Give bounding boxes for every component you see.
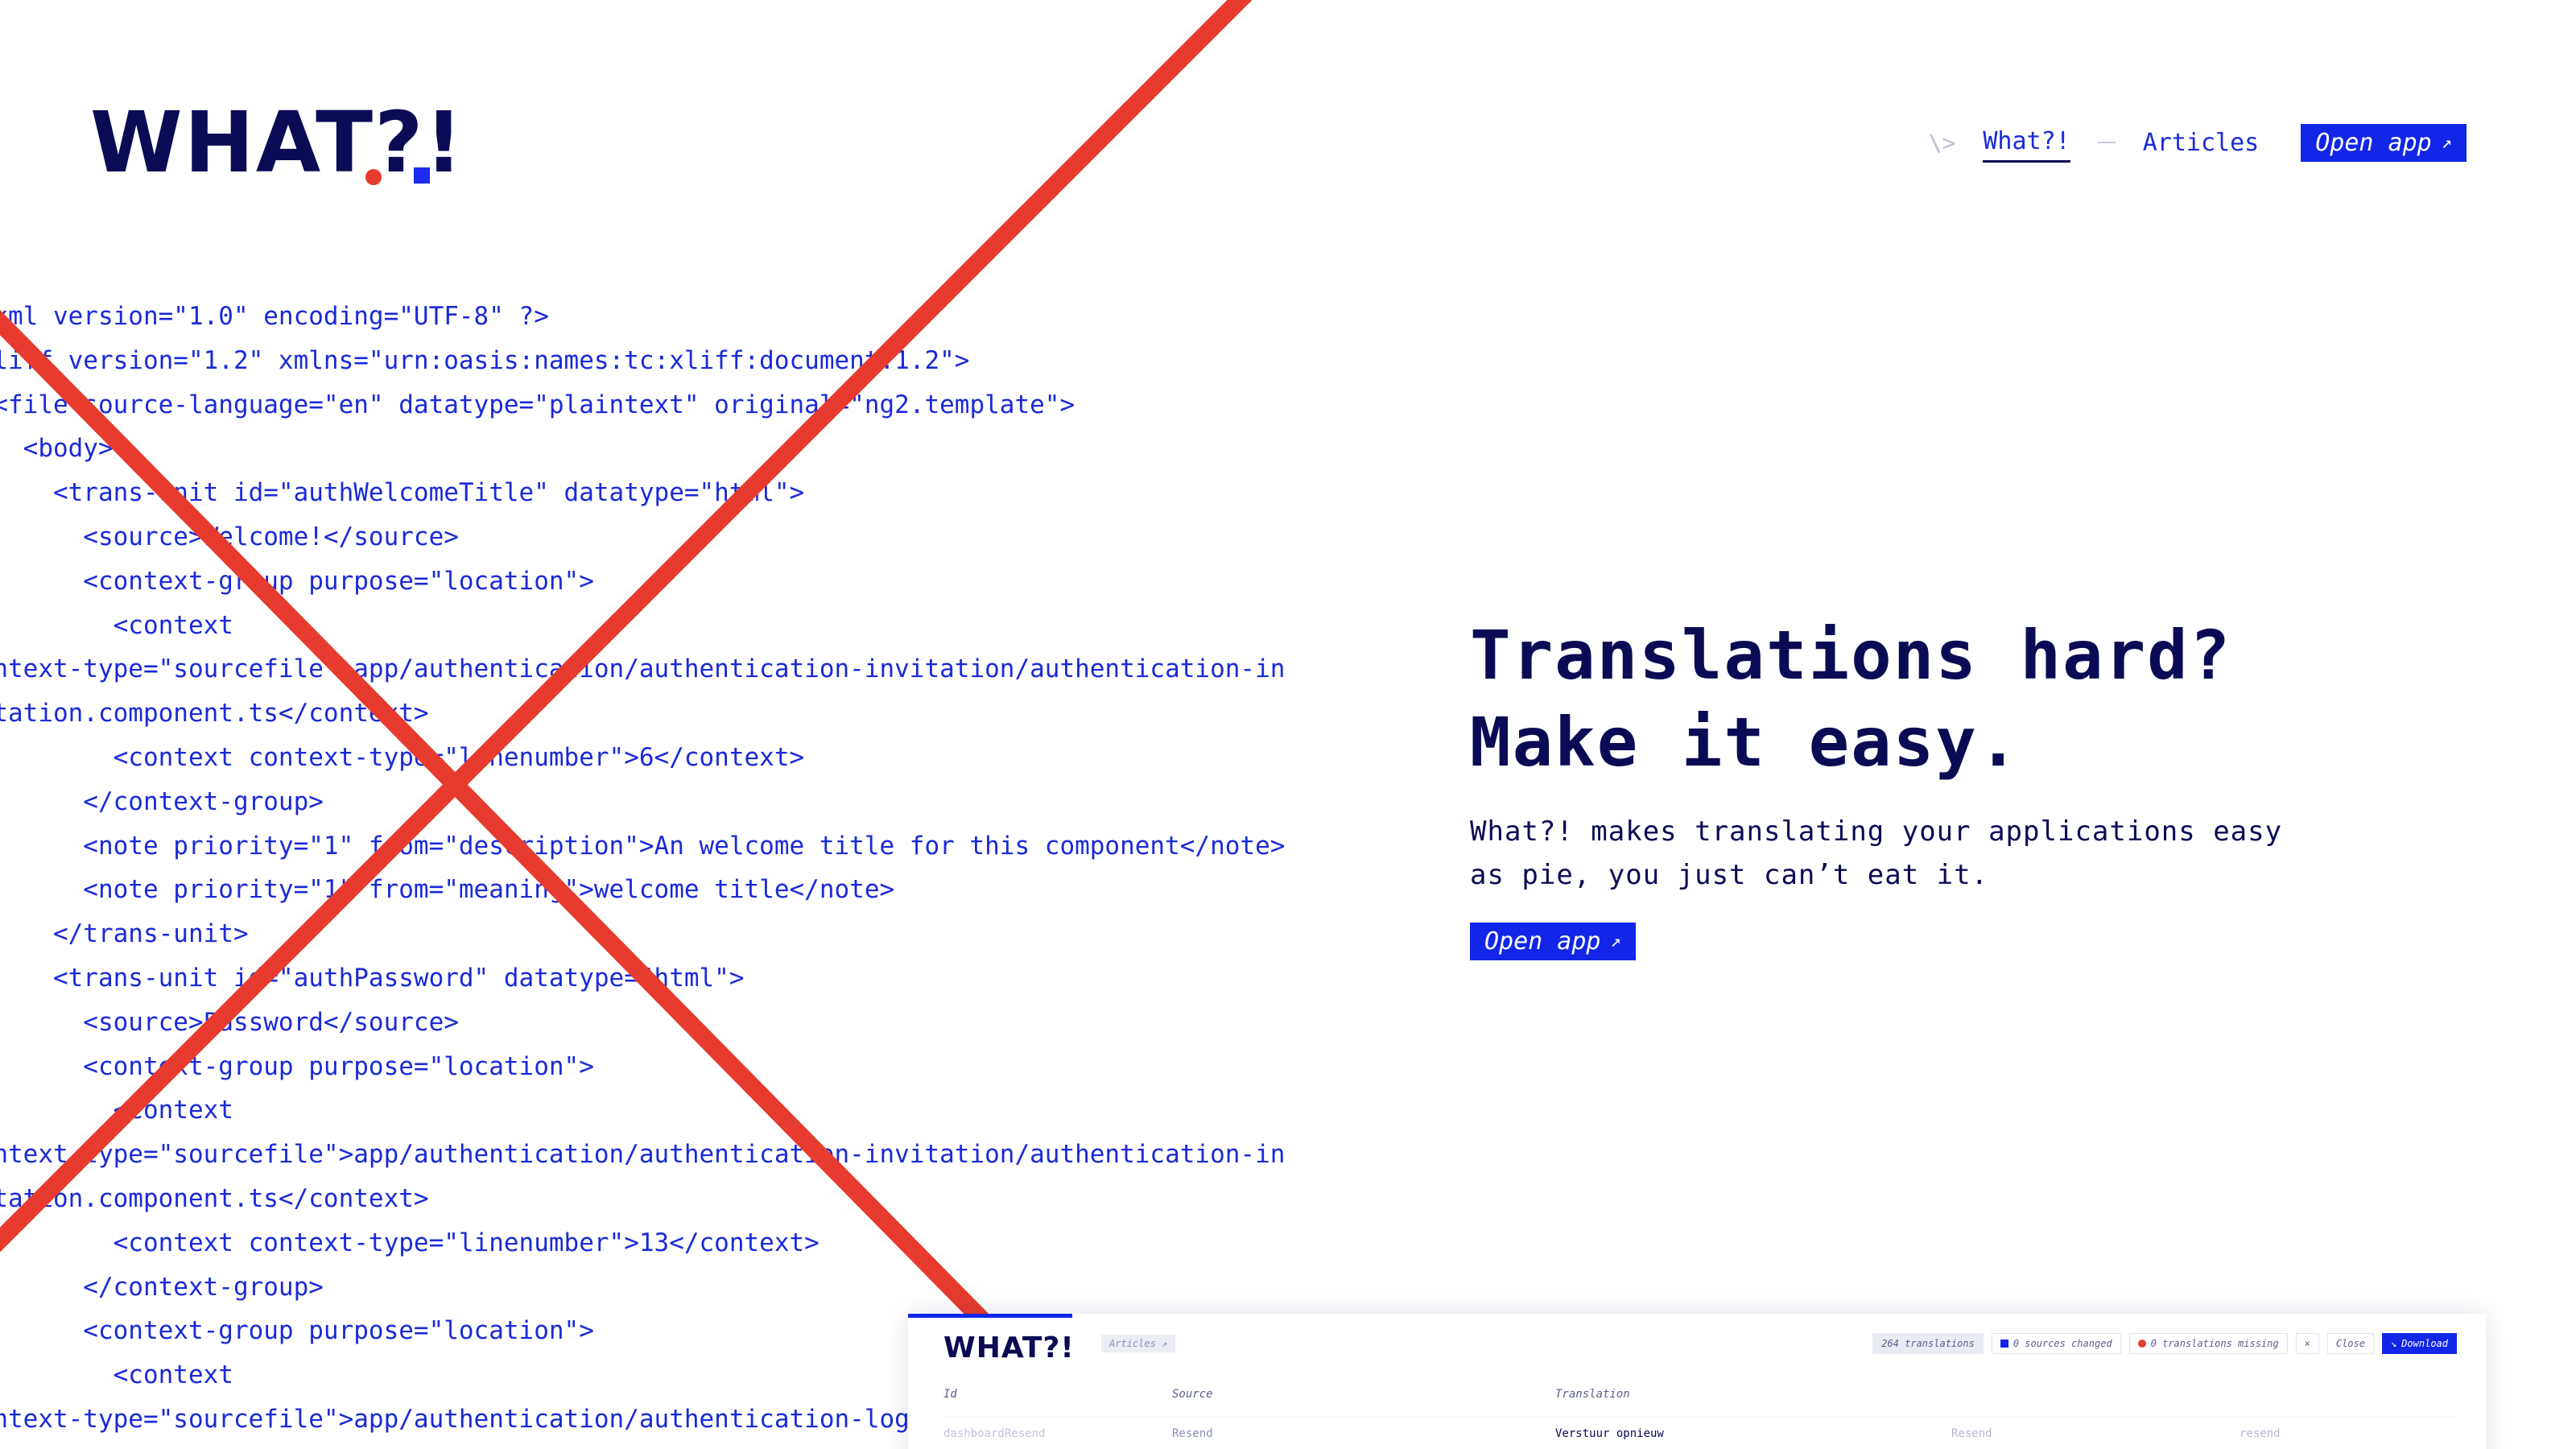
preview-accent-bar xyxy=(908,1314,1072,1318)
hero-open-app-button[interactable]: Open app ↗ xyxy=(1470,923,1636,960)
download-button[interactable]: ↘ Download xyxy=(2381,1333,2457,1354)
hero-section: Translations hard? Make it easy. What?! … xyxy=(1470,612,2355,960)
row-id: dashboardResend xyxy=(943,1427,1046,1440)
code-line: <file source-language="en" datatype="pla… xyxy=(0,390,1075,419)
close-button[interactable]: Close xyxy=(2326,1333,2374,1354)
code-line: </context-group> xyxy=(83,786,324,816)
code-line: vitation.component.ts</context> xyxy=(0,1183,429,1213)
logo-text: WHAT?! xyxy=(90,93,464,192)
col-id: Id xyxy=(943,1388,957,1401)
code-line: <note priority="1" from="description">An… xyxy=(0,831,1286,861)
nav-open-app-button[interactable]: Open app ↗ xyxy=(2301,123,2467,162)
code-line: </trans-unit> xyxy=(52,919,249,949)
download-label: Download xyxy=(2401,1338,2448,1349)
hero-title-line-1: Translations hard? xyxy=(1470,616,2232,695)
code-line: <xliff version="1.2" xmlns="urn:oasis:na… xyxy=(0,345,970,375)
hero-title-line-2: Make it easy. xyxy=(1470,703,2021,782)
top-nav: \> What?! Articles Open app ↗ xyxy=(1929,121,2467,164)
external-arrow-icon: ↗ xyxy=(1610,931,1621,952)
code-line: <trans-unit id="authPassword" datatype="… xyxy=(0,963,745,993)
hero-subtitle: What?! makes translating your applicatio… xyxy=(1470,810,2355,897)
col-source: Source xyxy=(1172,1388,1213,1401)
logo-red-dot xyxy=(365,169,382,185)
row-translation: Verstuur opnieuw xyxy=(1555,1427,1664,1440)
hero-subtitle-line-2: as pie, you just can’t eat it. xyxy=(1470,859,1989,891)
preview-tab-articles[interactable]: Articles ↗ xyxy=(1101,1335,1176,1352)
xliff-code-block: <?xml version="1.0" encoding="UTF-8" ?> <… xyxy=(0,295,1286,1449)
nav-link-articles[interactable]: Articles xyxy=(2143,124,2260,162)
code-line: vitation.component.ts</context> xyxy=(0,699,429,729)
download-icon: ↘ xyxy=(2390,1338,2397,1349)
code-line: <context context-type="linenumber">6</co… xyxy=(0,742,805,772)
row-source: Resend xyxy=(1172,1427,1213,1440)
close-icon-button[interactable]: × xyxy=(2295,1333,2319,1354)
translations-missing-label: 0 translations missing xyxy=(2150,1338,2279,1349)
code-line: <body> xyxy=(23,434,114,464)
external-arrow-icon: ↗ xyxy=(2441,132,2452,153)
row-description: resend xyxy=(2240,1427,2281,1440)
nav-separator xyxy=(2097,142,2116,143)
sources-changed-badge: 0 sources changed xyxy=(1991,1333,2121,1354)
preview-logo: WHAT?! xyxy=(943,1331,1075,1364)
translations-missing-badge: 0 translations missing xyxy=(2128,1333,2288,1354)
code-line: </context-group> xyxy=(83,1272,324,1302)
sources-changed-label: 0 sources changed xyxy=(2013,1338,2112,1349)
nav-code-glyph-icon: \> xyxy=(1928,129,1956,156)
red-dot-icon xyxy=(2137,1340,2146,1348)
preview-toolbar: 264 translations 0 sources changed 0 tra… xyxy=(1872,1333,2457,1354)
hero-title: Translations hard? Make it easy. xyxy=(1470,612,2355,786)
nav-open-app-label: Open app xyxy=(2315,128,2432,157)
code-line: <source>Welcome!</source> xyxy=(0,522,459,551)
hero-subtitle-line-1: What?! makes translating your applicatio… xyxy=(1470,815,2283,848)
translations-count-badge: 264 translations xyxy=(1872,1333,1984,1354)
code-line: <context xyxy=(113,1096,233,1125)
logo[interactable]: WHAT?! xyxy=(90,93,464,192)
code-line: <source>Password</source> xyxy=(0,1007,459,1037)
code-line: <trans-unit id="authWelcomeTitle" dataty… xyxy=(0,478,805,508)
hero-open-app-label: Open app xyxy=(1484,927,1601,956)
col-translation: Translation xyxy=(1555,1388,1630,1401)
row-meaning: Resend xyxy=(1951,1427,1992,1440)
code-line: <context context-type="linenumber">13</c… xyxy=(0,1228,819,1257)
blue-square-icon xyxy=(2000,1340,2008,1348)
code-line: <context-group purpose="location"> xyxy=(0,1051,594,1081)
logo-blue-square xyxy=(414,167,430,184)
code-line: context-type="sourcefile">app/authentica… xyxy=(0,1140,1286,1170)
code-line: <context xyxy=(113,610,233,640)
preview-table-header: Id Source Translation xyxy=(943,1388,2457,1412)
code-line: <context-group purpose="location"> xyxy=(0,566,594,596)
code-line: context-type="sourcefile">app/authentica… xyxy=(0,654,1286,684)
code-line: <note priority="1" from="meaning">welcom… xyxy=(0,875,895,905)
code-line: <?xml version="1.0" encoding="UTF-8" ?> xyxy=(0,302,549,331)
table-row[interactable]: dashboardResend Resend Verstuur opnieuw … xyxy=(943,1417,2457,1449)
nav-link-what[interactable]: What?! xyxy=(1983,122,2070,163)
app-preview: WHAT?! Articles ↗ 264 translations 0 sou… xyxy=(908,1314,2486,1449)
